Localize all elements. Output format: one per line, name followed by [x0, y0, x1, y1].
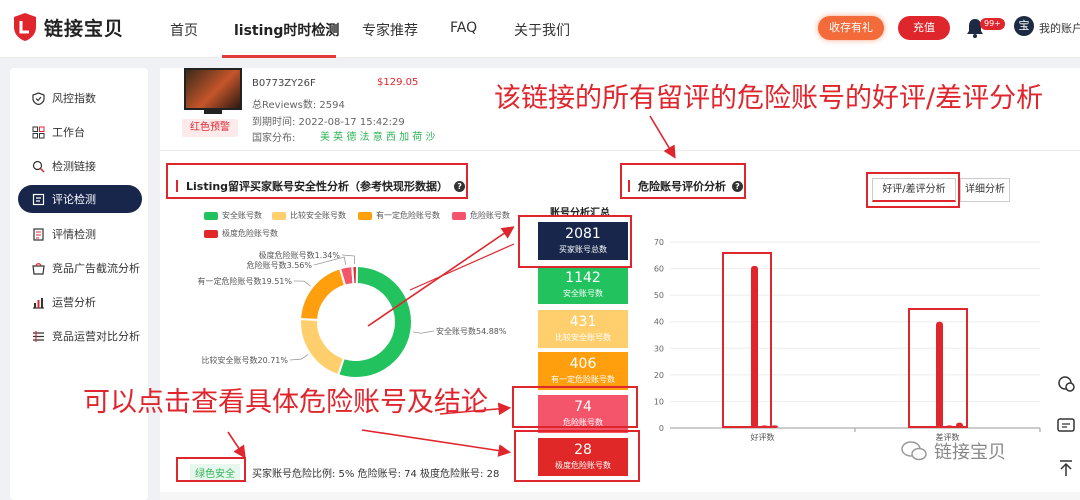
- annotation-arrows: [227, 115, 676, 459]
- arrow-to-extreme: [361, 429, 512, 457]
- arrow-to-status: [227, 431, 246, 459]
- arrow-to-total-2: [409, 243, 515, 291]
- arrow-to-risk: [439, 402, 512, 416]
- arrow-to-right-title: [649, 115, 676, 159]
